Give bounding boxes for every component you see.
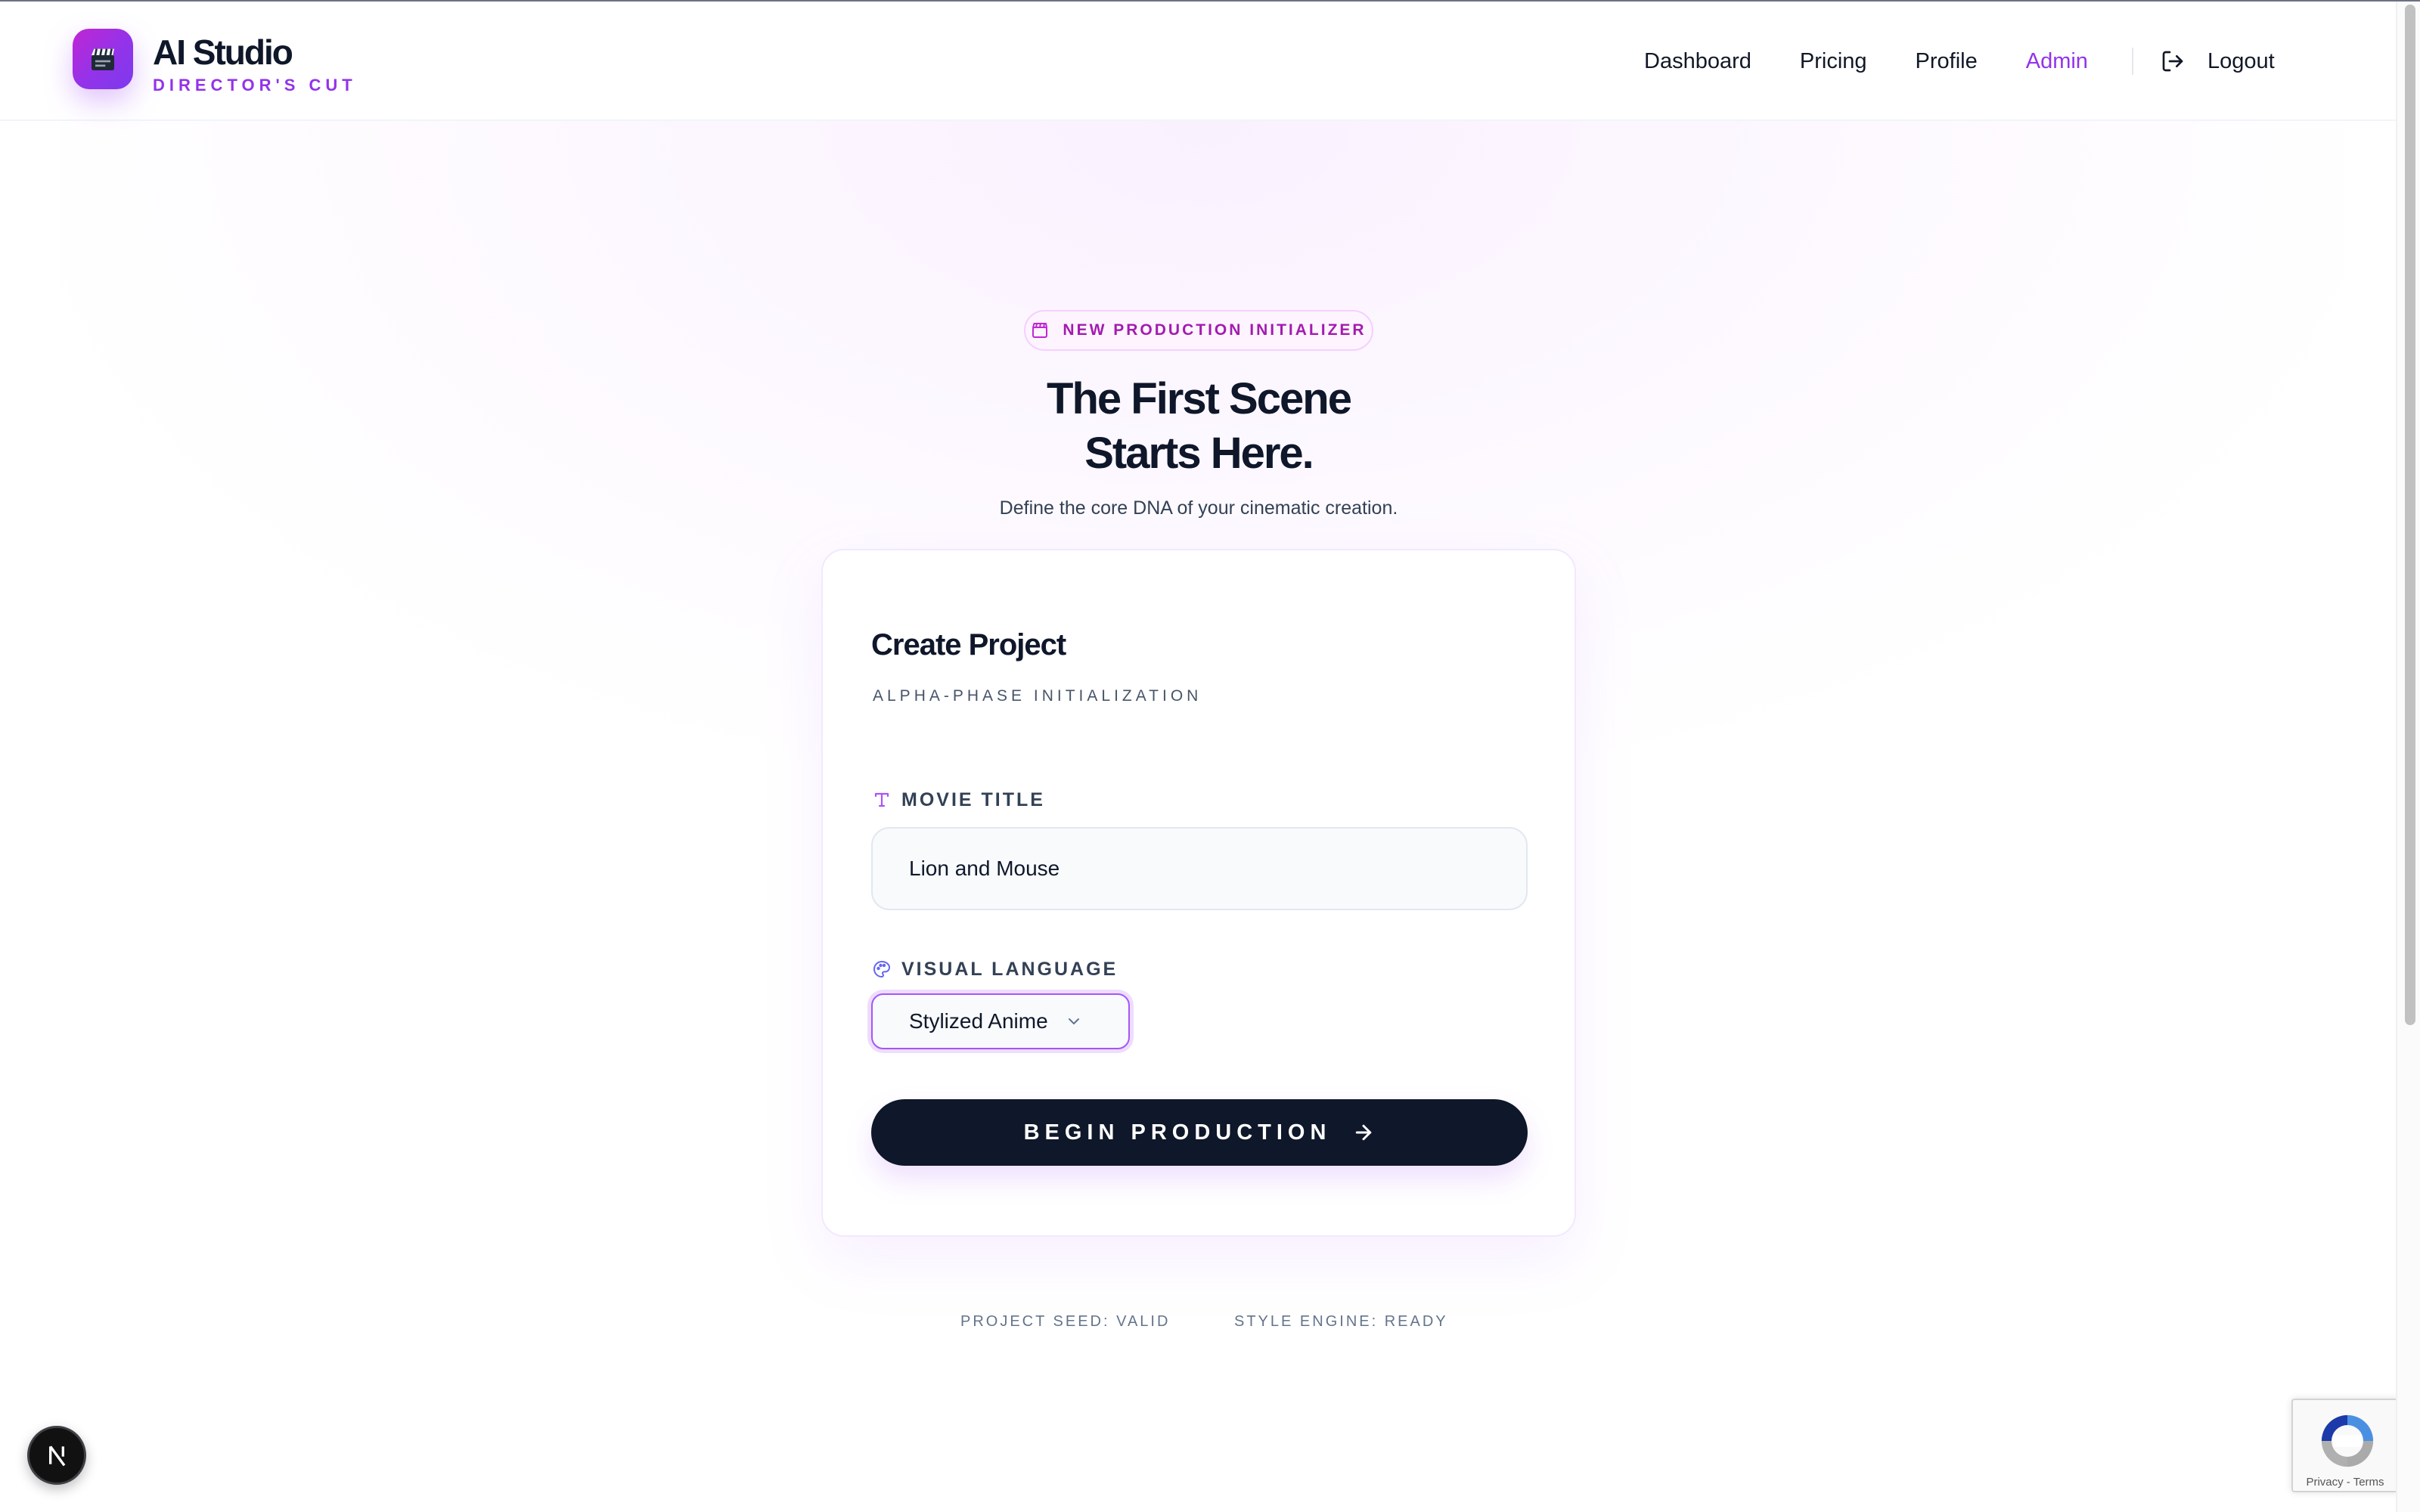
page-title-line-2: Starts Here.: [1084, 429, 1314, 478]
nav-item-admin[interactable]: Admin: [2026, 47, 2088, 76]
begin-production-label: BEGIN PRODUCTION: [1023, 1120, 1332, 1145]
visual-language-label: VISUAL LANGUAGE: [873, 957, 1118, 981]
chevron-down-icon: [1068, 1018, 1079, 1024]
nextjs-icon: [49, 1445, 66, 1467]
recaptcha-links: Privacy - Terms: [2293, 1476, 2397, 1489]
visual-language-selected: Stylized Anime: [909, 1009, 1048, 1033]
scrollbar-thumb[interactable]: [2405, 5, 2415, 1025]
logout-label: Logout: [2207, 49, 2275, 73]
recaptcha-separator: -: [2343, 1476, 2353, 1489]
movie-title-input[interactable]: [871, 827, 1528, 910]
create-project-card: Create Project ALPHA-PHASE INITIALIZATIO…: [821, 549, 1576, 1237]
visual-language-select[interactable]: Stylized Anime: [871, 993, 1130, 1049]
page-title: The First Scene Starts Here.: [832, 372, 1565, 481]
nav-item-pricing[interactable]: Pricing: [1800, 47, 1867, 76]
clapperboard-icon: [73, 29, 133, 89]
type-icon: [874, 792, 889, 807]
recaptcha-privacy-link[interactable]: Privacy: [2306, 1476, 2343, 1489]
nav-item-dashboard[interactable]: Dashboard: [1644, 47, 1751, 76]
arrow-right-icon: [1356, 1124, 1372, 1141]
clapperboard-icon: [1032, 323, 1048, 338]
card-subtitle: ALPHA-PHASE INITIALIZATION: [873, 687, 1202, 705]
nextjs-dev-badge[interactable]: [27, 1426, 86, 1485]
brand-title: AI Studio: [153, 33, 293, 72]
nav-divider: [2131, 48, 2133, 75]
palette-icon: [873, 961, 891, 978]
brand[interactable]: AI Studio DIRECTOR'S CUT: [73, 29, 357, 97]
new-production-badge: NEW PRODUCTION INITIALIZER: [1024, 310, 1373, 351]
page-subtitle: Define the core DNA of your cinematic cr…: [999, 497, 1398, 519]
page-title-line-1: The First Scene: [1047, 374, 1352, 423]
top-navbar: AI Studio DIRECTOR'S CUT Dashboard Prici…: [0, 2, 2396, 121]
logout-button[interactable]: Logout: [2161, 47, 2275, 76]
project-seed-status: PROJECT SEED: VALID: [960, 1313, 1171, 1330]
card-title: Create Project: [871, 628, 1066, 662]
begin-production-button[interactable]: BEGIN PRODUCTION: [871, 1099, 1528, 1166]
logout-icon: [2162, 51, 2183, 72]
vertical-scrollbar[interactable]: [2396, 2, 2420, 1512]
nav-item-profile[interactable]: Profile: [1916, 47, 1978, 76]
recaptcha-terms-link[interactable]: Terms: [2353, 1476, 2384, 1489]
visual-language-label-text: VISUAL LANGUAGE: [901, 959, 1118, 980]
main-nav: Dashboard Pricing Profile Admin Logout: [1644, 47, 2275, 76]
recaptcha-badge[interactable]: Privacy - Terms: [2291, 1399, 2399, 1492]
movie-title-label: MOVIE TITLE: [873, 788, 1045, 812]
style-engine-status: STYLE ENGINE: READY: [1234, 1313, 1448, 1330]
movie-title-label-text: MOVIE TITLE: [901, 789, 1045, 810]
badge-label: NEW PRODUCTION INITIALIZER: [1063, 321, 1367, 339]
brand-subtitle: DIRECTOR'S CUT: [153, 76, 357, 94]
recaptcha-icon: [2321, 1414, 2374, 1467]
